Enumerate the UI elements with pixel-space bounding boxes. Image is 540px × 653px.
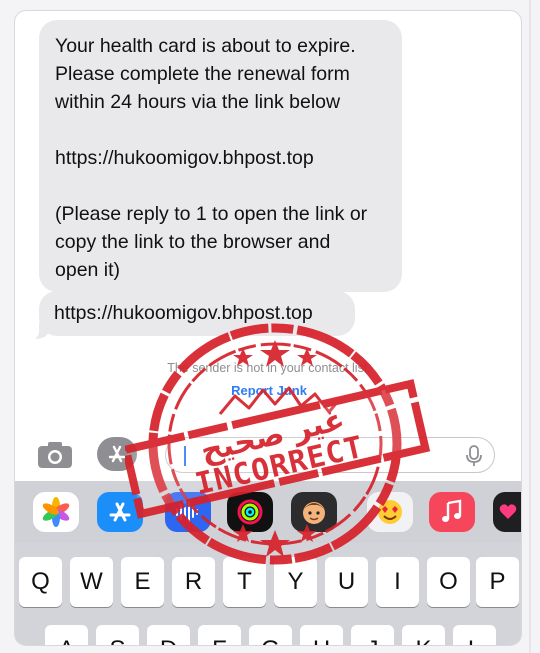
key-u[interactable]: U bbox=[325, 557, 368, 607]
memoji-button[interactable] bbox=[291, 492, 337, 532]
app-store-icon bbox=[109, 502, 131, 522]
emoji-sticker-button[interactable] bbox=[367, 492, 413, 532]
emoji-sticker-icon bbox=[378, 500, 402, 524]
heart-app-button[interactable] bbox=[493, 492, 521, 532]
key-p[interactable]: P bbox=[476, 557, 519, 607]
microphone-icon[interactable] bbox=[464, 444, 484, 468]
key-w[interactable]: W bbox=[70, 557, 113, 607]
heart-app-icon bbox=[499, 504, 517, 519]
phone-screenshot: Your health card is about to expire. Ple… bbox=[14, 10, 522, 646]
key-i[interactable]: I bbox=[376, 557, 419, 607]
key-e[interactable]: E bbox=[121, 557, 164, 607]
key-a[interactable]: A bbox=[45, 625, 88, 645]
audio-message-button[interactable] bbox=[165, 492, 211, 532]
key-g[interactable]: G bbox=[249, 625, 292, 645]
app-store-button[interactable] bbox=[97, 492, 143, 532]
message-thread: Your health card is about to expire. Ple… bbox=[15, 11, 521, 431]
key-k[interactable]: K bbox=[402, 625, 445, 645]
page-edge bbox=[526, 0, 540, 653]
report-junk-link[interactable]: Report Junk bbox=[15, 383, 521, 398]
key-j[interactable]: J bbox=[351, 625, 394, 645]
audio-message-icon bbox=[176, 501, 198, 523]
key-t[interactable]: T bbox=[223, 557, 266, 607]
key-f[interactable]: F bbox=[198, 625, 241, 645]
fitness-icon bbox=[237, 499, 263, 525]
keyboard: Q W E R T Y U I O P A S D F G H J K L bbox=[15, 481, 521, 645]
message-bubble-2[interactable]: https://hukoomigov.bhpost.top bbox=[39, 291, 355, 336]
photos-app-button[interactable] bbox=[33, 492, 79, 532]
memoji-icon bbox=[303, 502, 325, 524]
apps-button[interactable] bbox=[97, 437, 137, 471]
unknown-sender-note: The sender is not in your contact list. bbox=[167, 361, 371, 375]
photos-icon bbox=[42, 497, 70, 527]
camera-icon bbox=[38, 442, 72, 468]
key-l[interactable]: L bbox=[453, 625, 496, 645]
compose-bar bbox=[15, 429, 521, 481]
message-input[interactable] bbox=[165, 437, 495, 473]
key-o[interactable]: O bbox=[427, 557, 470, 607]
key-r[interactable]: R bbox=[172, 557, 215, 607]
app-store-icon bbox=[108, 445, 126, 463]
music-app-button[interactable] bbox=[429, 492, 475, 532]
fitness-app-button[interactable] bbox=[227, 492, 273, 532]
key-d[interactable]: D bbox=[147, 625, 190, 645]
music-icon bbox=[442, 499, 462, 522]
imessage-app-strip bbox=[15, 481, 521, 543]
text-caret bbox=[184, 446, 186, 466]
camera-button[interactable] bbox=[35, 435, 75, 475]
key-y[interactable]: Y bbox=[274, 557, 317, 607]
key-s[interactable]: S bbox=[96, 625, 139, 645]
message-bubble-1[interactable]: Your health card is about to expire. Ple… bbox=[39, 20, 402, 292]
key-q[interactable]: Q bbox=[19, 557, 62, 607]
key-h[interactable]: H bbox=[300, 625, 343, 645]
